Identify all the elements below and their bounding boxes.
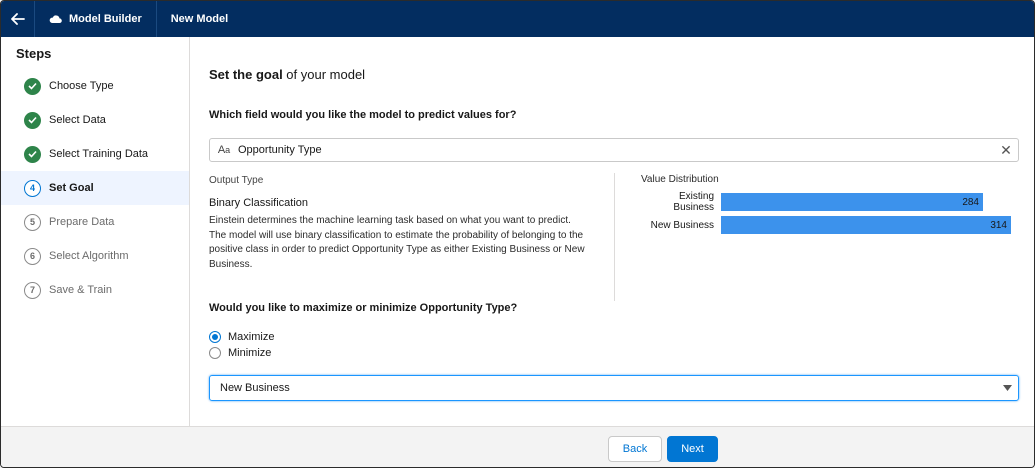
steps-sidebar: Steps Choose Type Select Data Select Tra… [1, 37, 190, 426]
output-type-label: Output Type [209, 175, 264, 186]
step-select-algorithm[interactable]: 6 Select Algorithm [1, 239, 189, 273]
step-number: 4 [24, 179, 41, 197]
distribution-bar: 314 [721, 216, 1011, 234]
predict-field-input[interactable]: Aa Opportunity Type ✕ [209, 138, 1019, 162]
radio-maximize[interactable]: Maximize [209, 331, 274, 343]
distribution-row: Existing Business 284 [641, 191, 983, 213]
radio-button[interactable] [209, 347, 221, 359]
distribution-bar: 284 [721, 193, 983, 211]
step-label: Choose Type [49, 80, 114, 92]
distribution-row: New Business 314 [641, 216, 1011, 234]
app-window: Model Builder New Model Steps Choose Typ… [0, 0, 1035, 468]
select-value: New Business [220, 382, 290, 394]
distribution-value: 284 [962, 196, 979, 208]
maximize-question: Would you like to maximize or minimize O… [209, 302, 518, 314]
close-icon[interactable]: ✕ [994, 142, 1018, 159]
radio-label: Minimize [228, 347, 272, 359]
radio-minimize[interactable]: Minimize [209, 347, 271, 359]
positive-class-select[interactable]: New Business [209, 375, 1019, 401]
step-number: 6 [24, 247, 41, 265]
distribution-value: 314 [990, 219, 1007, 231]
step-select-training-data[interactable]: Select Training Data [1, 137, 189, 171]
app-tab[interactable]: Model Builder [35, 1, 157, 37]
predict-field-value: Opportunity Type [238, 144, 322, 156]
step-label: Select Training Data [49, 148, 149, 160]
step-set-goal[interactable]: 4 Set Goal [1, 171, 189, 205]
output-type-description: Einstein determines the machine learning… [209, 215, 585, 270]
main-panel: Set the goal of your model Which field w… [190, 37, 1034, 426]
section-title: Set the goal of your model [209, 67, 365, 82]
step-label: Select Algorithm [49, 250, 129, 262]
text-field-type-icon: Aa [217, 144, 231, 156]
footer-bar: Back Next [1, 426, 1034, 467]
checkmark-icon [24, 145, 41, 163]
predict-field-question: Which field would you like the model to … [209, 109, 517, 121]
einstein-cloud-icon [49, 14, 62, 24]
app-name: Model Builder [69, 13, 142, 25]
step-label: Save & Train [49, 284, 112, 296]
top-bar: Model Builder New Model [1, 1, 1034, 37]
step-label: Select Data [49, 114, 106, 126]
checkmark-icon [24, 77, 41, 95]
section-title-rest: of your model [282, 67, 366, 82]
section-title-bold: Set the goal [209, 67, 283, 82]
page-title: New Model [170, 13, 229, 25]
step-save-train[interactable]: 7 Save & Train [1, 273, 189, 307]
output-type-value: Binary Classification [209, 197, 309, 209]
back-button[interactable]: Back [608, 436, 662, 462]
arrow-left-icon [10, 13, 25, 25]
checkmark-icon [24, 111, 41, 129]
distribution-label: New Business [650, 219, 714, 231]
value-distribution-label: Value Distribution [641, 174, 719, 185]
step-choose-type[interactable]: Choose Type [1, 69, 189, 103]
next-button[interactable]: Next [667, 436, 718, 462]
step-number: 5 [24, 213, 41, 231]
distribution-label: Existing Business [673, 191, 714, 213]
radio-label: Maximize [228, 331, 275, 343]
divider [614, 173, 615, 301]
step-number: 7 [24, 281, 41, 299]
back-nav-button[interactable] [1, 1, 35, 37]
caret-down-icon [996, 385, 1018, 391]
step-label: Set Goal [49, 182, 94, 194]
radio-button[interactable] [209, 331, 221, 343]
steps-title: Steps [16, 46, 52, 61]
step-label: Prepare Data [49, 216, 115, 228]
step-prepare-data[interactable]: 5 Prepare Data [1, 205, 189, 239]
step-select-data[interactable]: Select Data [1, 103, 189, 137]
